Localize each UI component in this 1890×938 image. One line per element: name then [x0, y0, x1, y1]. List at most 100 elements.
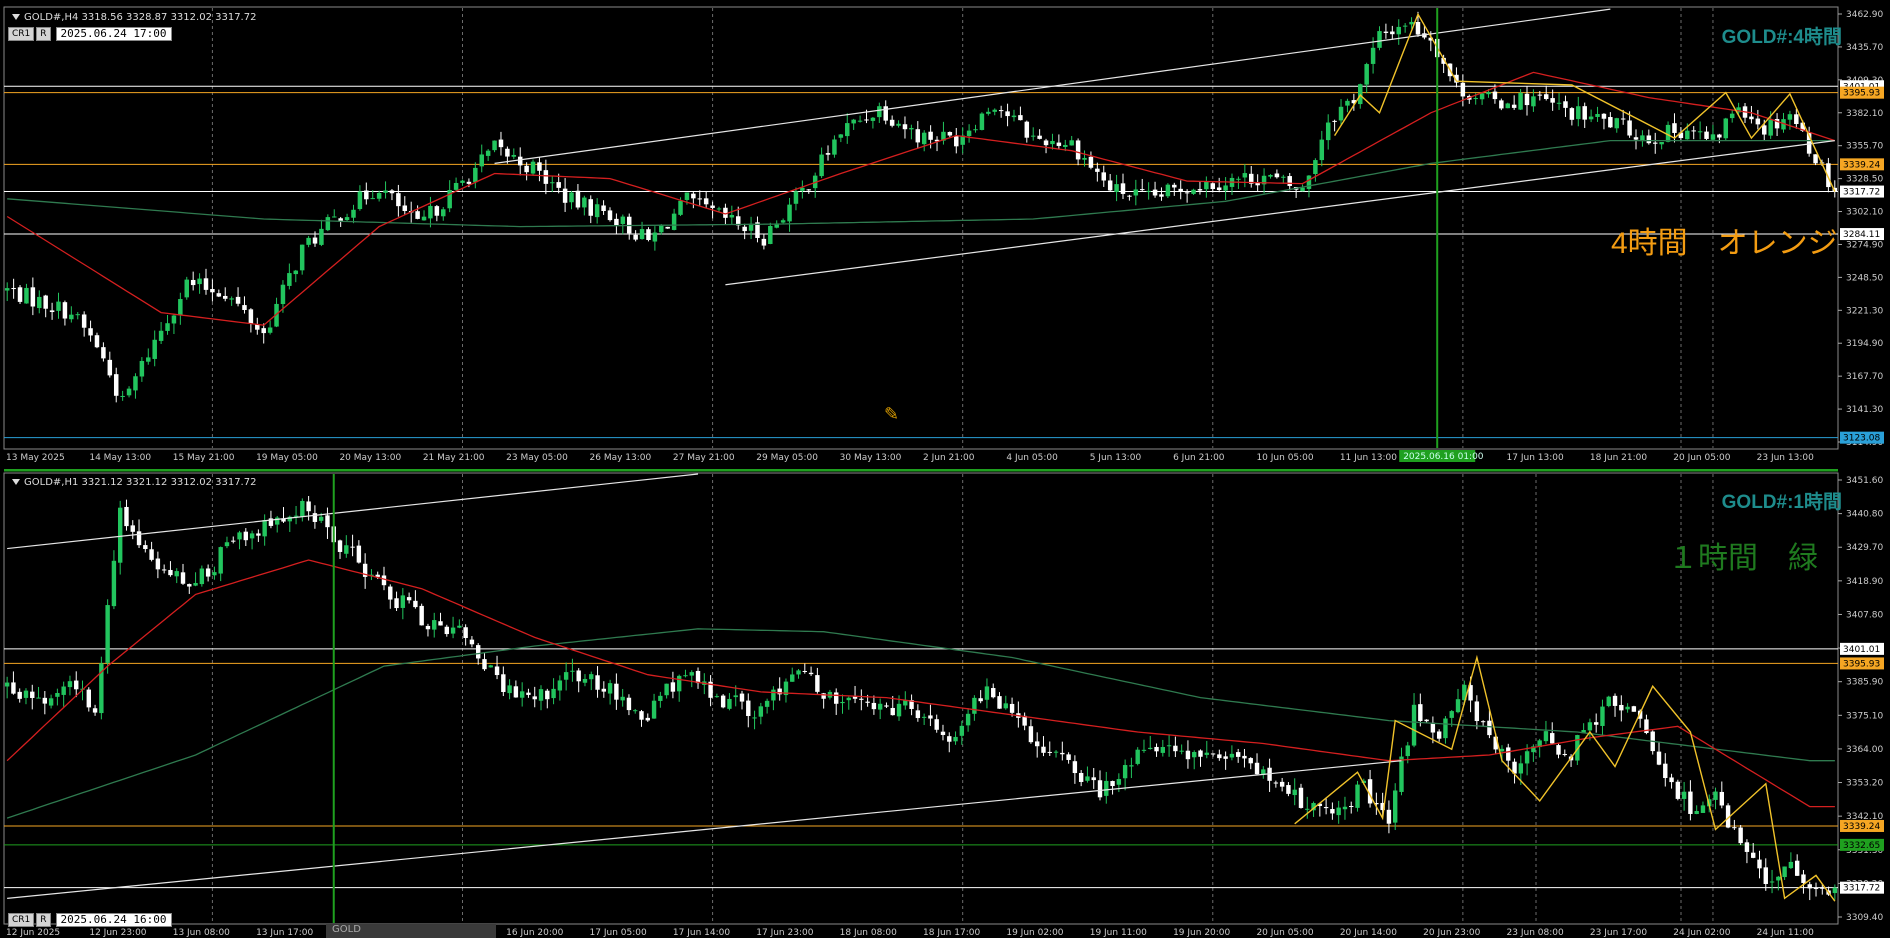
- gold-chart-tab[interactable]: GOLD: [326, 924, 496, 938]
- h4-chart-pane[interactable]: 3462.903435.703409.303382.103355.703328.…: [0, 0, 1890, 469]
- time-tick-label: 20 May 13:00: [339, 453, 401, 463]
- candle-body: [1330, 809, 1335, 814]
- candle-body: [1306, 175, 1312, 189]
- candle-body: [896, 703, 902, 717]
- candle-body: [1300, 187, 1305, 192]
- candle-body: [1562, 754, 1567, 756]
- candle-body: [1729, 113, 1735, 119]
- candle-body: [1794, 860, 1800, 876]
- candle-body: [149, 549, 154, 560]
- candle-body: [771, 689, 776, 701]
- level-price-label: 3332.65: [1843, 841, 1880, 851]
- candle-body: [1620, 118, 1626, 120]
- candle-body: [1152, 189, 1158, 196]
- candle-body: [1556, 745, 1561, 755]
- candle-body: [576, 670, 581, 682]
- candle-body: [1386, 809, 1392, 824]
- candle-body: [117, 507, 123, 563]
- candle-body: [620, 216, 626, 224]
- candle-body: [1704, 131, 1709, 139]
- candle-body: [48, 698, 54, 706]
- candle-body: [550, 182, 555, 184]
- candle-body: [973, 129, 978, 131]
- candle-body: [846, 697, 851, 701]
- r-button[interactable]: R: [36, 27, 51, 41]
- candle-body: [1436, 731, 1442, 739]
- candle-body: [488, 665, 493, 668]
- collapse-triangle-icon[interactable]: [12, 479, 20, 485]
- candle-body: [1763, 867, 1768, 884]
- r-button[interactable]: R: [36, 913, 51, 927]
- candle-body: [1279, 781, 1285, 787]
- candle-body: [793, 191, 799, 204]
- candle-body: [199, 568, 205, 585]
- candle-body: [1325, 122, 1331, 141]
- time-tick-label: 17 Jun 05:00: [590, 928, 647, 938]
- candle-body: [319, 228, 324, 245]
- candle-body: [1148, 747, 1153, 749]
- candle-body: [639, 229, 645, 240]
- candle-body: [1744, 842, 1750, 852]
- trend-channel-lower: [725, 140, 1835, 286]
- h4-datetime-field[interactable]: 2025.06.24 17:00: [55, 27, 172, 41]
- candle-body: [865, 701, 870, 703]
- candle-body: [1127, 195, 1132, 197]
- candle-body: [1460, 82, 1466, 97]
- price-tick-label: 3418.90: [1846, 577, 1883, 587]
- candle-body: [1110, 781, 1115, 787]
- candle-body: [796, 670, 801, 675]
- candle-body: [633, 710, 638, 712]
- level-price-label: 3123.08: [1843, 434, 1880, 444]
- candle-body: [537, 162, 542, 171]
- candle-body: [1608, 117, 1613, 128]
- h1-datetime-field[interactable]: 2025.06.24 16:00: [55, 913, 172, 927]
- h1-chart-pane[interactable]: 3451.603440.803429.703418.903407.803397.…: [0, 469, 1890, 938]
- candle-body: [1543, 94, 1549, 100]
- candle-body: [1370, 47, 1376, 64]
- candle-body: [357, 191, 363, 210]
- candle-body: [1319, 139, 1325, 161]
- price-tick-label: 3382.10: [1846, 109, 1883, 119]
- candle-body: [834, 692, 839, 704]
- h4-note-annotation: 4時間 オレンジ: [1611, 227, 1838, 260]
- time-tick-label: 20 Jun 23:00: [1423, 928, 1480, 938]
- time-tick-label: 19 Jun 20:00: [1173, 928, 1230, 938]
- candle-body: [1550, 733, 1555, 744]
- candle-body: [1091, 777, 1096, 781]
- plot-frame: [3, 472, 1839, 925]
- candle-body: [1003, 703, 1008, 709]
- candle-body: [729, 214, 735, 218]
- candle-body: [819, 154, 824, 177]
- candle-body: [402, 205, 408, 211]
- candle-body: [86, 689, 91, 708]
- candle-body: [1179, 750, 1184, 752]
- candle-body: [1487, 720, 1492, 736]
- candle-body: [676, 675, 682, 692]
- h4-candlestick-chart[interactable]: 3462.903435.703409.303382.103355.703328.…: [0, 0, 1890, 469]
- candle-body: [1088, 156, 1094, 168]
- collapse-triangle-icon[interactable]: [12, 14, 20, 20]
- h1-candlestick-chart[interactable]: 3451.603440.803429.703418.903407.803397.…: [0, 469, 1890, 938]
- candle-body: [1154, 746, 1159, 752]
- candle-body: [545, 690, 550, 700]
- candle-body: [1197, 189, 1203, 191]
- candle-body: [1518, 763, 1524, 774]
- candle-body: [1235, 752, 1241, 757]
- candle-body: [1286, 785, 1291, 794]
- candle-body: [1120, 183, 1126, 194]
- cr1-button[interactable]: CR1: [8, 27, 35, 41]
- candle-body: [1694, 811, 1699, 814]
- candle-body: [1133, 189, 1139, 196]
- time-tick-label: 23 Jun 13:00: [1757, 453, 1814, 463]
- candle-body: [966, 130, 972, 136]
- candle-body: [1813, 888, 1819, 890]
- time-tick-label: 20 Jun 05:00: [1673, 453, 1730, 463]
- candle-body: [1614, 118, 1620, 129]
- cr1-button[interactable]: CR1: [8, 913, 35, 927]
- price-tick-label: 3355.70: [1846, 142, 1883, 152]
- candle-body: [524, 165, 529, 173]
- candle-body: [1787, 114, 1793, 120]
- time-tick-label: 17 Jun 14:00: [673, 928, 730, 938]
- candle-body: [1107, 180, 1113, 191]
- candle-body: [1178, 188, 1183, 192]
